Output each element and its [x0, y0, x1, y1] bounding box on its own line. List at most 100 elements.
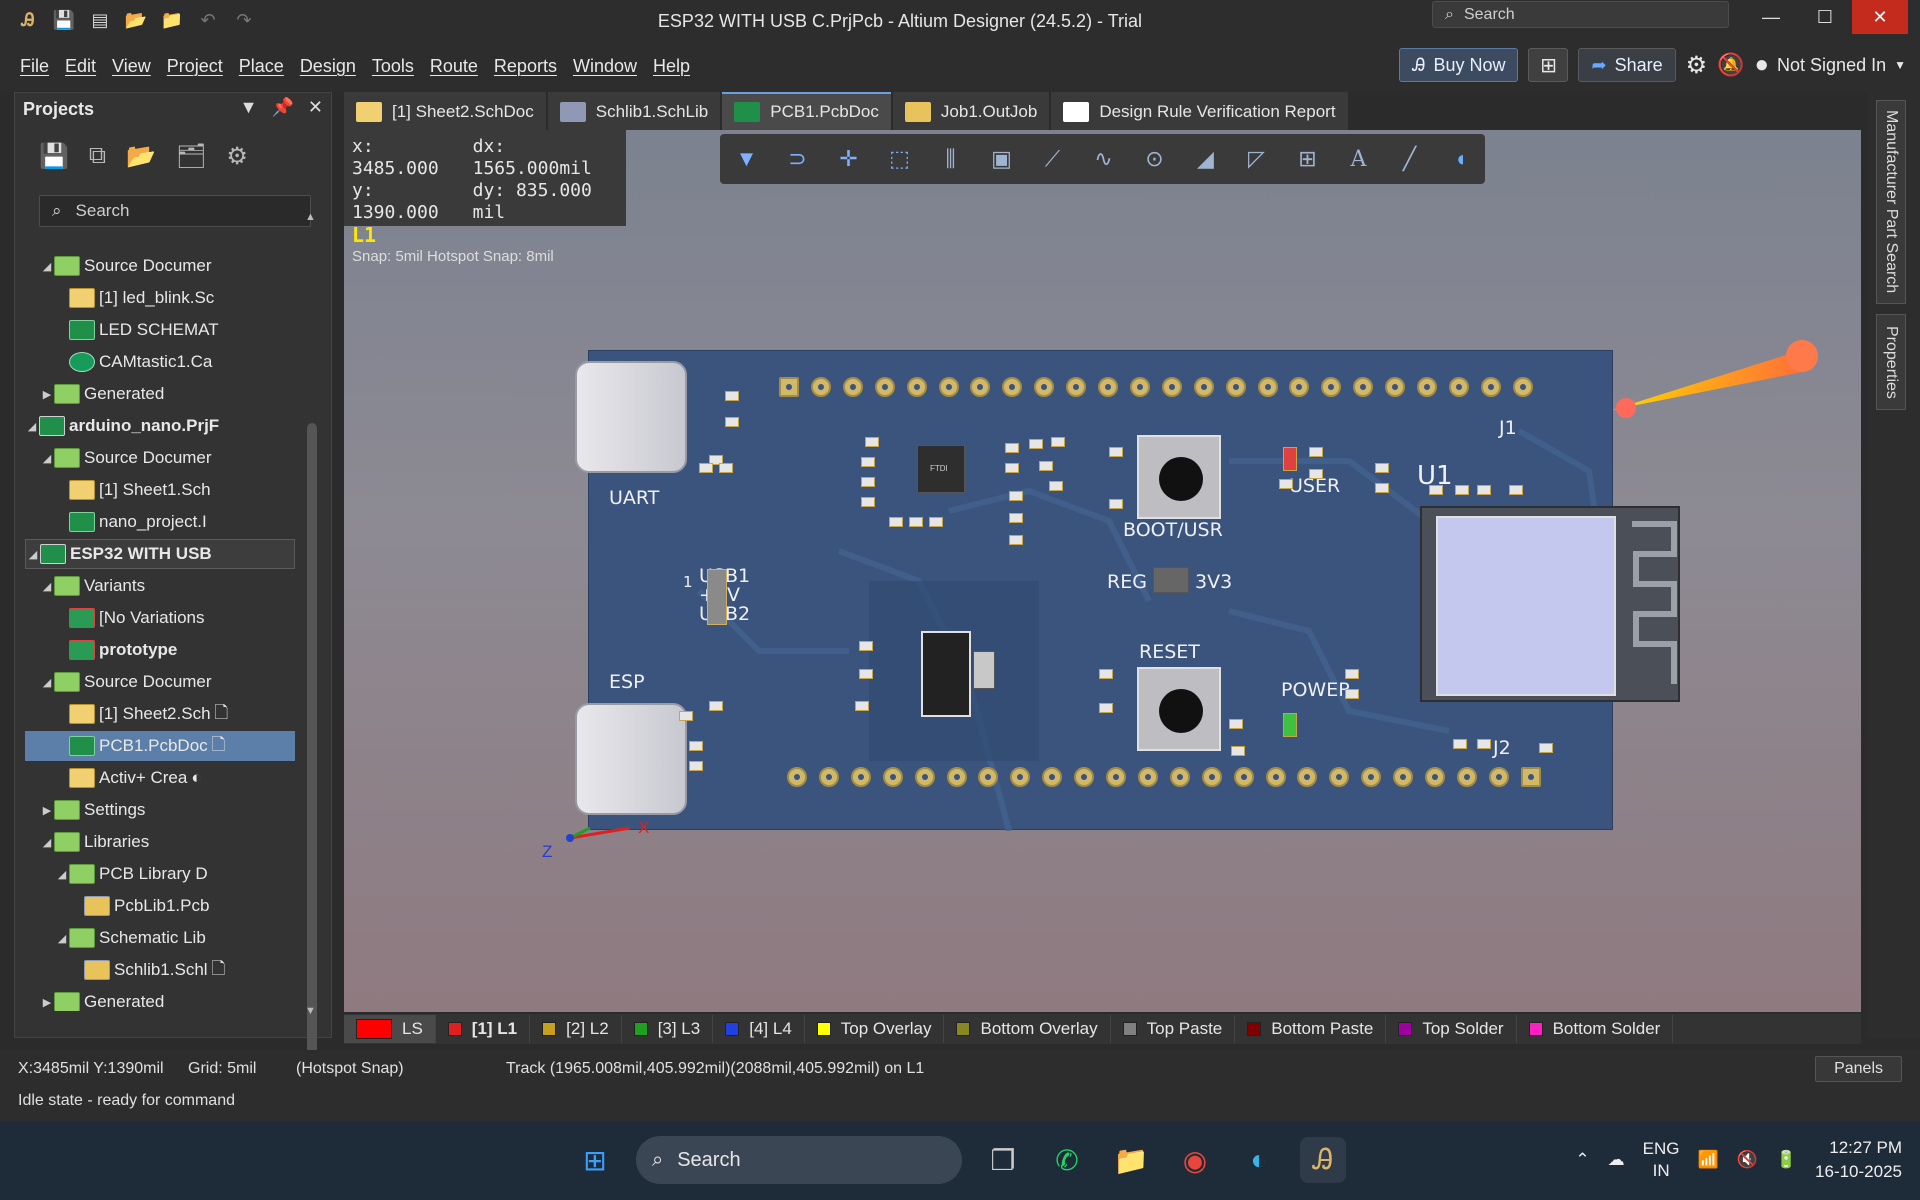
layer-tab-2-l2[interactable]: [2] L2 [530, 1015, 622, 1043]
open-project-icon[interactable]: 📁 [158, 6, 186, 34]
3d-body-icon[interactable]: ◖ [1446, 146, 1475, 172]
project-options-folder-icon[interactable]: 🗂 [176, 142, 206, 171]
collapse-arrow-icon[interactable]: ◢ [40, 260, 54, 273]
clock[interactable]: 12:27 PM 16-10-2025 [1815, 1136, 1902, 1184]
move-icon[interactable]: ✛ [834, 146, 863, 172]
projects-search-input[interactable]: ⌕ Search [39, 195, 311, 227]
onedrive-icon[interactable]: ☁ [1608, 1150, 1625, 1170]
copy-project-icon[interactable]: ⧉ [89, 142, 106, 170]
close-icon[interactable]: ✕ [308, 97, 323, 118]
tree-item[interactable]: ◢ arduino_nano.PrjF [25, 411, 295, 441]
layer-tab-top-solder[interactable]: Top Solder [1386, 1015, 1517, 1043]
manufacturer-part-search-tab[interactable]: Manufacturer Part Search [1876, 100, 1906, 304]
minimize-button[interactable]: — [1744, 0, 1798, 34]
tree-item[interactable]: ▶ Settings [25, 795, 295, 825]
tab-1-sheet2-schdoc[interactable]: [1] Sheet2.SchDoc [344, 92, 546, 130]
layer-tab-top-paste[interactable]: Top Paste [1111, 1015, 1236, 1043]
tree-item[interactable]: ◢ Source Documer [25, 667, 295, 697]
tree-item[interactable]: [1] Sheet1.Sch [25, 475, 295, 505]
tree-item[interactable]: Activ+ Crea ◐ [25, 763, 295, 793]
undo-icon[interactable]: ↶ [194, 6, 222, 34]
route-track-icon[interactable]: ⟋ [1038, 146, 1067, 172]
tree-item[interactable]: nano_project.I [25, 507, 295, 537]
task-view-icon[interactable]: ❐ [980, 1137, 1026, 1183]
layer-tab-bottom-overlay[interactable]: Bottom Overlay [944, 1015, 1111, 1043]
taskbar-search-input[interactable]: ⌕ Search [636, 1136, 962, 1184]
buy-now-button[interactable]: Ꭿ Buy Now [1399, 48, 1519, 82]
expand-arrow-icon[interactable]: ▶ [40, 388, 54, 401]
menu-edit[interactable]: Edit [57, 56, 104, 77]
properties-tab[interactable]: Properties [1876, 314, 1906, 410]
tab-schlib1-schlib[interactable]: Schlib1.SchLib [547, 92, 721, 130]
panel-menu-icon[interactable]: ▼ [240, 97, 258, 118]
close-button[interactable]: ✕ [1852, 0, 1908, 34]
collapse-arrow-icon[interactable]: ◢ [26, 548, 40, 561]
select-rectangle-icon[interactable]: ⬚ [885, 146, 914, 172]
panels-button[interactable]: Panels [1815, 1056, 1902, 1082]
collapse-arrow-icon[interactable]: ◢ [40, 676, 54, 689]
tree-item[interactable]: ◢ PCB Library D [25, 859, 295, 889]
layer-tab-3-l3[interactable]: [3] L3 [622, 1015, 714, 1043]
file-explorer-icon[interactable]: 📁 [1108, 1137, 1154, 1183]
polygon-icon[interactable]: ◢ [1191, 146, 1220, 172]
tree-scroll-down-icon[interactable]: ▼ [305, 1005, 316, 1017]
collapse-arrow-icon[interactable]: ◢ [55, 868, 69, 881]
menu-window[interactable]: Window [565, 56, 645, 77]
chevron-up-icon[interactable]: ⌃ [1575, 1150, 1589, 1170]
redo-icon[interactable]: ↷ [230, 6, 258, 34]
menu-route[interactable]: Route [422, 56, 486, 77]
tree-item[interactable]: [1] led_blink.Sc [25, 283, 295, 313]
menu-project[interactable]: Project [159, 56, 231, 77]
chrome-icon[interactable]: ◉ [1172, 1137, 1218, 1183]
altium-logo-icon[interactable]: Ꭿ [14, 6, 42, 34]
magnet-icon[interactable]: ⊃ [783, 146, 812, 172]
whatsapp-icon[interactable]: ✆ [1044, 1137, 1090, 1183]
battery-icon[interactable]: 🔋 [1776, 1150, 1797, 1170]
windows-start-icon[interactable]: ⊞ [572, 1137, 618, 1183]
collapse-arrow-icon[interactable]: ◢ [40, 580, 54, 593]
share-button[interactable]: ➦ Share [1578, 48, 1676, 82]
menu-file[interactable]: File [12, 56, 57, 77]
tree-item[interactable]: [No Variations [25, 603, 295, 633]
pin-icon[interactable]: 📌 [271, 97, 293, 118]
save-all-icon[interactable]: ▤ [86, 6, 114, 34]
menu-reports[interactable]: Reports [486, 56, 565, 77]
tree-item[interactable]: CAMtastic1.Ca [25, 347, 295, 377]
align-icon[interactable]: ⫼ [936, 146, 965, 172]
tree-item[interactable]: PCB1.PcbDoc 🗋 [25, 731, 295, 761]
arc-icon[interactable]: ◸ [1242, 146, 1271, 172]
notifications-button[interactable]: 🔕 [1717, 52, 1744, 78]
tree-item[interactable]: prototype [25, 635, 295, 665]
tree-item[interactable]: LED SCHEMAT [25, 315, 295, 345]
tab-pcb1-pcbdoc[interactable]: PCB1.PcbDoc [722, 92, 891, 130]
layer-tab-1-l1[interactable]: [1] L1 [436, 1015, 531, 1043]
tree-item[interactable]: ▶ Generated [25, 987, 295, 1011]
language-indicator[interactable]: ENG IN [1643, 1138, 1680, 1182]
tree-item[interactable]: ▶ Generated [25, 379, 295, 409]
open-project-folder-icon[interactable]: 📂 [126, 142, 156, 171]
text-icon[interactable]: A [1344, 147, 1373, 172]
expand-arrow-icon[interactable]: ▶ [40, 804, 54, 817]
altium-taskbar-icon[interactable]: Ꭿ [1300, 1137, 1346, 1183]
gear-icon[interactable]: ⚙ [226, 142, 248, 171]
tree-item[interactable]: ◢ Variants [25, 571, 295, 601]
layer-tab-top-overlay[interactable]: Top Overlay [805, 1015, 945, 1043]
dimension-icon[interactable]: ⊞ [1293, 146, 1322, 172]
tab-design-rule-verification-report[interactable]: Design Rule Verification Report [1051, 92, 1348, 130]
collapse-arrow-icon[interactable]: ◢ [25, 420, 39, 433]
collapse-arrow-icon[interactable]: ◢ [40, 452, 54, 465]
layer-tab-bottom-paste[interactable]: Bottom Paste [1235, 1015, 1387, 1043]
component-icon[interactable]: ▣ [987, 146, 1016, 172]
user-account-button[interactable]: ● Not Signed In ▼ [1755, 51, 1906, 79]
tree-item[interactable]: ◢ Source Documer [25, 251, 295, 281]
edge-icon[interactable]: ◐ [1236, 1137, 1282, 1183]
tree-item[interactable]: ◢ Libraries [25, 827, 295, 857]
interactive-route-icon[interactable]: ∿ [1089, 146, 1118, 172]
tree-item[interactable]: ◢ Schematic Lib [25, 923, 295, 953]
tree-scrollbar[interactable] [307, 423, 317, 1075]
via-icon[interactable]: ⊙ [1140, 146, 1169, 172]
expand-arrow-icon[interactable]: ▶ [40, 996, 54, 1009]
add-comment-button[interactable]: ⊞ [1528, 48, 1569, 82]
tree-item[interactable]: Schlib1.Schl 🗋 [25, 955, 295, 985]
filter-icon[interactable]: ▼ [732, 146, 761, 172]
